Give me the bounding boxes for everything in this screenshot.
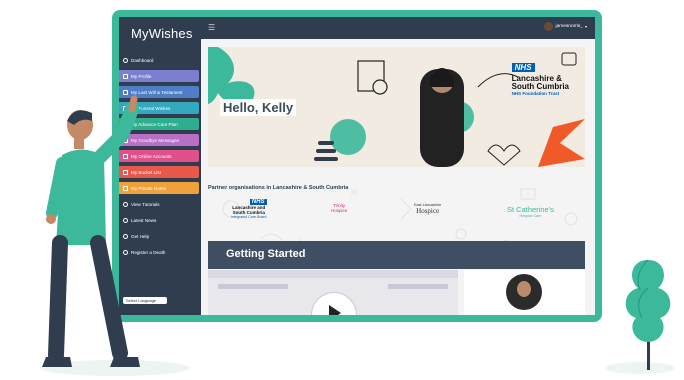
dashboard-icon: [123, 57, 128, 63]
video-placeholder-bar: [218, 284, 288, 289]
tutorial-video[interactable]: [208, 270, 458, 315]
partners-heading: Partner organisations in Lancashire & So…: [208, 185, 349, 191]
tree-illustration: [625, 259, 671, 370]
hamburger-menu-icon[interactable]: ☰: [208, 23, 215, 32]
avatar: [543, 22, 553, 31]
profile-icon: [123, 73, 128, 79]
partner-logo-icb[interactable]: NHS Lancashire and South Cumbria Integra…: [231, 199, 267, 219]
man-illustration: [42, 95, 140, 367]
app-screen: MyWishes Dashboard My Profile My Last Wi…: [119, 17, 595, 315]
nhs-trust-logo: NHS Lancashire & South Cumbria NHS Found…: [511, 63, 569, 96]
hero-banner: Hello, Kelly NHS Lancashire & South Cumb…: [208, 47, 585, 167]
getting-started-title: Getting Started: [226, 248, 306, 260]
getting-started-header: Getting Started: [208, 241, 585, 269]
play-button-icon[interactable]: [311, 292, 357, 315]
chevron-down-icon: ▾: [584, 24, 587, 29]
sidebar-item-dashboard[interactable]: Dashboard: [119, 54, 199, 66]
partner-logo-st-catherines[interactable]: St Catherine's Hospice Care: [507, 205, 554, 218]
top-bar: ☰ jamesnorris_ ▾: [201, 17, 595, 39]
video-toolbar: [208, 270, 458, 278]
video-placeholder-bar: [388, 284, 448, 289]
user-menu[interactable]: jamesnorris_ ▾: [543, 22, 587, 31]
document-icon: [123, 89, 128, 95]
sidebar-item-my-profile[interactable]: My Profile: [119, 70, 199, 82]
brand-logo[interactable]: MyWishes: [131, 26, 193, 41]
presenter-card: [464, 270, 585, 315]
presenter-avatar: [506, 274, 542, 310]
partner-logo-east-lancashire[interactable]: East Lancashire Hospice: [414, 203, 441, 215]
greeting: Hello, Kelly: [220, 99, 297, 116]
partner-logo-trinity[interactable]: Trinity Hospice: [331, 203, 347, 213]
